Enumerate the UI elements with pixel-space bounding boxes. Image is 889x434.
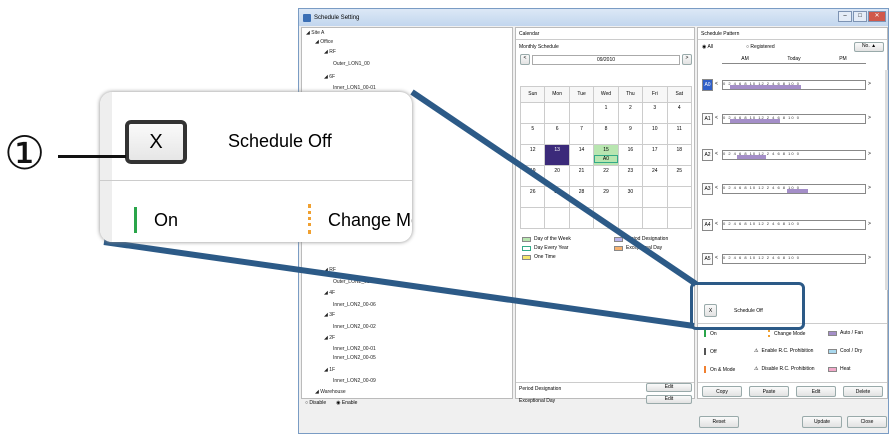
zoom-schedule-off-button[interactable]: X bbox=[125, 120, 187, 164]
step-marker: ① bbox=[4, 127, 46, 179]
zoom-change-label: Change Mo bbox=[328, 210, 412, 230]
zoom-schedule-off-label: Schedule Off bbox=[228, 131, 332, 151]
connector-line-top bbox=[410, 89, 698, 287]
zoom-left-edge bbox=[100, 92, 112, 242]
zoom-on-label: On bbox=[154, 210, 179, 230]
callout-frame bbox=[690, 282, 805, 330]
zoom-on-marker bbox=[134, 207, 137, 233]
marker-pointer-line bbox=[58, 155, 126, 158]
zoom-overlay: X Schedule Off On Change Mo bbox=[100, 92, 412, 242]
zoom-change-marker bbox=[308, 204, 311, 234]
connector-line-bottom bbox=[103, 239, 695, 329]
